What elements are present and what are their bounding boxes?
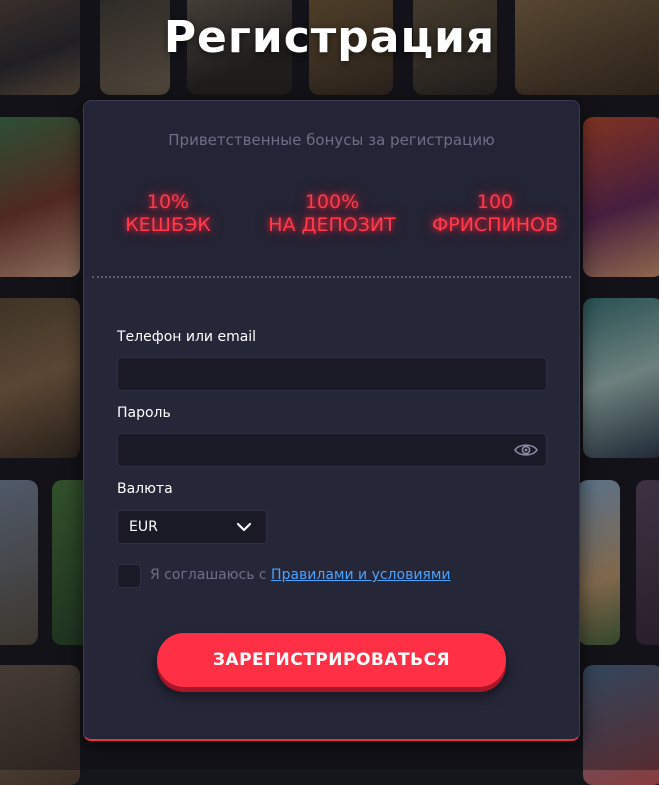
bonus-value: 10% [146,191,190,213]
login-label: Телефон или email [117,329,257,345]
terms-checkbox[interactable] [117,564,141,588]
bonus-value: 100 [476,191,514,213]
password-input[interactable] [117,433,547,467]
bonus-label: ФРИСПИНОВ [431,214,559,236]
agree-label: Я соглашаюсь с [150,567,272,583]
chevron-down-icon [236,522,252,532]
terms-link[interactable]: Правилами и условиями [271,567,450,583]
bonus-freespins: 100 ФРИСПИНОВ [415,191,575,237]
dotted-divider [92,276,571,278]
login-input[interactable] [117,357,547,391]
bonus-deposit: 100% НА ДЕПОЗИТ [252,191,412,237]
bonus-panel: Приветственные бонусы за регистрацию 10%… [84,101,579,277]
bonus-cashback: 10% КЕШБЭК [88,191,248,237]
page-title: Регистрация [163,12,496,63]
terms-agree-text: Я соглашаюсь с Правилами и условиями [150,567,451,583]
eye-icon[interactable] [514,442,538,458]
currency-select[interactable]: EUR [117,510,267,544]
currency-label: Валюта [117,481,173,497]
currency-value: EUR [129,519,158,535]
bonus-label: НА ДЕПОЗИТ [268,214,396,236]
password-label: Пароль [117,405,171,421]
bonus-label: КЕШБЭК [125,214,211,236]
registration-form-card: Приветственные бонусы за регистрацию 10%… [83,100,580,741]
register-button[interactable]: ЗАРЕГИСТРИРОВАТЬСЯ [157,633,506,687]
bonus-subtitle: Приветственные бонусы за регистрацию [168,131,495,149]
bonus-value: 100% [304,191,360,213]
